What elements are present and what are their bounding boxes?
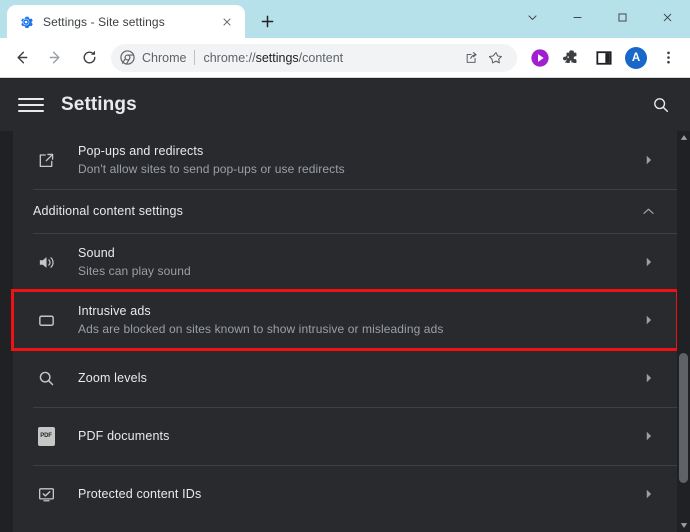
chevron-right-icon[interactable] [641, 488, 655, 500]
row-text: Intrusive ads Ads are blocked on sites k… [78, 303, 641, 338]
row-title: Intrusive ads [78, 303, 151, 318]
profile-avatar[interactable]: A [622, 44, 650, 72]
settings-row-popups-and-redirects[interactable]: Pop-ups and redirects Don't allow sites … [13, 131, 677, 189]
browser-window: Settings - Site settings Chrome chrome:/… [0, 0, 690, 532]
chevron-up-icon[interactable] [641, 207, 655, 216]
chevron-right-icon[interactable] [641, 256, 655, 268]
settings-row-zoom-levels[interactable]: Zoom levels [13, 349, 677, 407]
row-title: Protected content IDs [78, 486, 202, 501]
tab-title: Settings - Site settings [43, 14, 165, 29]
scrollbar-thumb[interactable] [679, 353, 688, 483]
row-subtitle: Don't allow sites to send pop-ups or use… [78, 161, 345, 176]
chevron-right-icon[interactable] [641, 314, 655, 326]
window-controls [510, 0, 690, 34]
back-button[interactable] [6, 43, 36, 73]
url-suffix: /content [298, 50, 344, 65]
maximize-button[interactable] [600, 0, 645, 34]
page-title: Settings [61, 94, 137, 115]
settings-content: Pop-ups and redirects Don't allow sites … [0, 131, 690, 532]
new-tab-button[interactable] [253, 7, 281, 35]
pdf-icon: PDF [33, 426, 59, 446]
settings-row-intrusive-ads[interactable]: Intrusive ads Ads are blocked on sites k… [11, 289, 679, 351]
speaker-icon [33, 253, 59, 272]
forward-button[interactable] [40, 43, 70, 73]
settings-card: Pop-ups and redirects Don't allow sites … [11, 131, 679, 532]
magnifier-icon [33, 369, 59, 388]
row-title: Zoom levels [78, 370, 148, 385]
settings-row-protected-content-ids[interactable]: Protected content IDs [13, 465, 677, 523]
url-prefix: chrome:// [203, 50, 256, 65]
row-subtitle: Ads are blocked on sites known to show i… [78, 321, 444, 336]
ads-block-icon [33, 311, 59, 330]
tab-search-button[interactable] [510, 0, 555, 34]
settings-gear-icon [18, 14, 34, 30]
omnibox-url[interactable]: chrome://settings/content [203, 51, 459, 65]
settings-row-sound[interactable]: Sound Sites can play sound [13, 233, 677, 291]
media-play-icon[interactable] [526, 44, 554, 72]
row-title: Sound [78, 245, 115, 260]
settings-section-additional-content-settings[interactable]: Additional content settings [13, 189, 677, 233]
scroll-up-arrow-icon[interactable] [677, 131, 690, 144]
search-icon[interactable] [649, 93, 673, 117]
pdf-badge-label: PDF [37, 426, 55, 446]
tab-strip: Settings - Site settings [0, 0, 690, 38]
omnibox-chip-label: Chrome [142, 50, 187, 65]
omnibox-separator [194, 50, 196, 65]
avatar: A [625, 46, 647, 69]
row-text: Sound Sites can play sound [78, 245, 641, 280]
settings-row-pdf-documents[interactable]: PDF PDF documents [13, 407, 677, 465]
row-text: PDF documents [78, 428, 641, 445]
browser-tab-settings[interactable]: Settings - Site settings [7, 5, 245, 38]
row-text: Zoom levels [78, 370, 641, 387]
row-title: PDF documents [78, 428, 170, 443]
chevron-right-icon[interactable] [641, 372, 655, 384]
chevron-right-icon[interactable] [641, 154, 655, 166]
minimize-button[interactable] [555, 0, 600, 34]
browser-toolbar: Chrome chrome://settings/content A [0, 38, 690, 78]
chrome-menu-button[interactable] [654, 44, 682, 72]
scroll-down-arrow-icon[interactable] [677, 519, 690, 532]
external-link-icon [33, 151, 59, 170]
section-label: Additional content settings [33, 204, 183, 218]
address-bar[interactable]: Chrome chrome://settings/content [111, 43, 517, 72]
row-subtitle: Sites can play sound [78, 263, 191, 278]
share-icon[interactable] [461, 47, 483, 69]
reload-button[interactable] [74, 43, 104, 73]
chrome-logo-icon [120, 50, 135, 65]
star-icon[interactable] [485, 47, 507, 69]
settings-page: Settings Pop-ups and redirects Don't all… [0, 79, 690, 532]
protected-content-icon [33, 485, 59, 504]
chevron-right-icon[interactable] [641, 430, 655, 442]
extensions-puzzle-icon[interactable] [558, 44, 586, 72]
url-bold: settings [255, 50, 299, 65]
row-text: Protected content IDs [78, 486, 641, 503]
page-scrollbar[interactable] [677, 131, 690, 532]
tab-close-icon[interactable] [218, 13, 236, 31]
row-text: Pop-ups and redirects Don't allow sites … [78, 143, 641, 178]
hamburger-menu-icon[interactable] [18, 92, 44, 118]
row-title: Pop-ups and redirects [78, 143, 204, 158]
settings-header: Settings [0, 79, 690, 131]
side-panel-icon[interactable] [590, 44, 618, 72]
close-button[interactable] [645, 0, 690, 34]
